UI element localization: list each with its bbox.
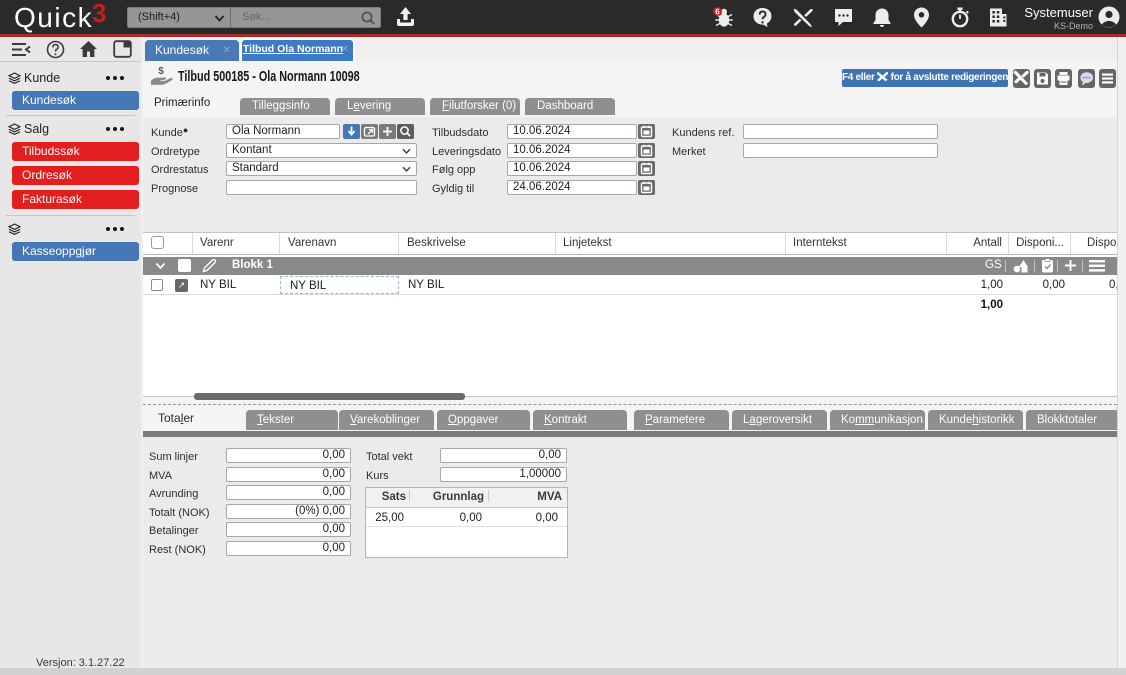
svg-text:$: $ [158,66,164,77]
svg-text:6: 6 [715,8,720,17]
